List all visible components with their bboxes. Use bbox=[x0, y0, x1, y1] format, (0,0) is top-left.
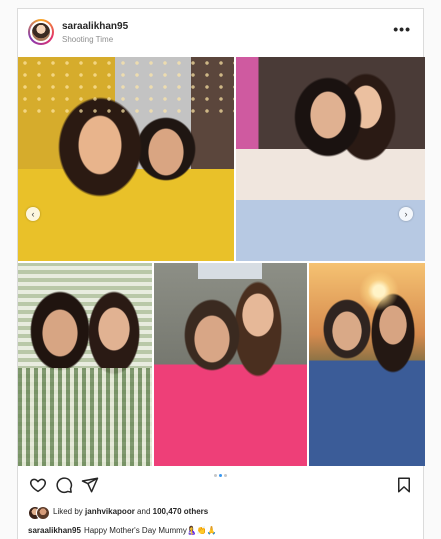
caption-username[interactable]: saraalikhan95 bbox=[28, 526, 81, 535]
collage-photo-4 bbox=[154, 263, 307, 466]
likes-text: Liked by janhvikapoor and 100,470 others bbox=[53, 507, 209, 516]
collage-photo-3 bbox=[18, 263, 152, 466]
liker-avatar bbox=[36, 506, 50, 520]
heart-icon[interactable] bbox=[29, 476, 47, 494]
caption-text: Happy Mother's Day Mummy🤱👏🙏 bbox=[83, 526, 217, 535]
likes-count[interactable]: 100,470 others bbox=[153, 507, 209, 516]
collage-photo-5 bbox=[309, 263, 425, 466]
avatar[interactable] bbox=[28, 19, 54, 45]
bookmark-icon[interactable] bbox=[395, 476, 413, 494]
post-location[interactable]: Shooting Time bbox=[62, 35, 113, 44]
post-media-collage bbox=[18, 57, 425, 466]
post-header: saraalikhan95 Shooting Time ••• bbox=[18, 9, 423, 57]
post-caption: saraalikhan95 Happy Mother's Day Mummy🤱👏🙏 bbox=[28, 526, 217, 535]
post-username[interactable]: saraalikhan95 bbox=[62, 21, 128, 32]
share-icon[interactable] bbox=[81, 476, 99, 494]
collage-photo-1 bbox=[18, 57, 234, 261]
post-actions bbox=[18, 476, 423, 498]
carousel-next-button[interactable]: › bbox=[399, 207, 413, 221]
liked-by-user[interactable]: janhvikapoor bbox=[85, 507, 135, 516]
comment-icon[interactable] bbox=[55, 476, 73, 494]
more-options-icon[interactable]: ••• bbox=[393, 21, 411, 37]
carousel-prev-button[interactable]: ‹ bbox=[26, 207, 40, 221]
collage-photo-2 bbox=[236, 57, 425, 261]
post-card: saraalikhan95 Shooting Time ••• ‹ › Like… bbox=[17, 8, 425, 539]
